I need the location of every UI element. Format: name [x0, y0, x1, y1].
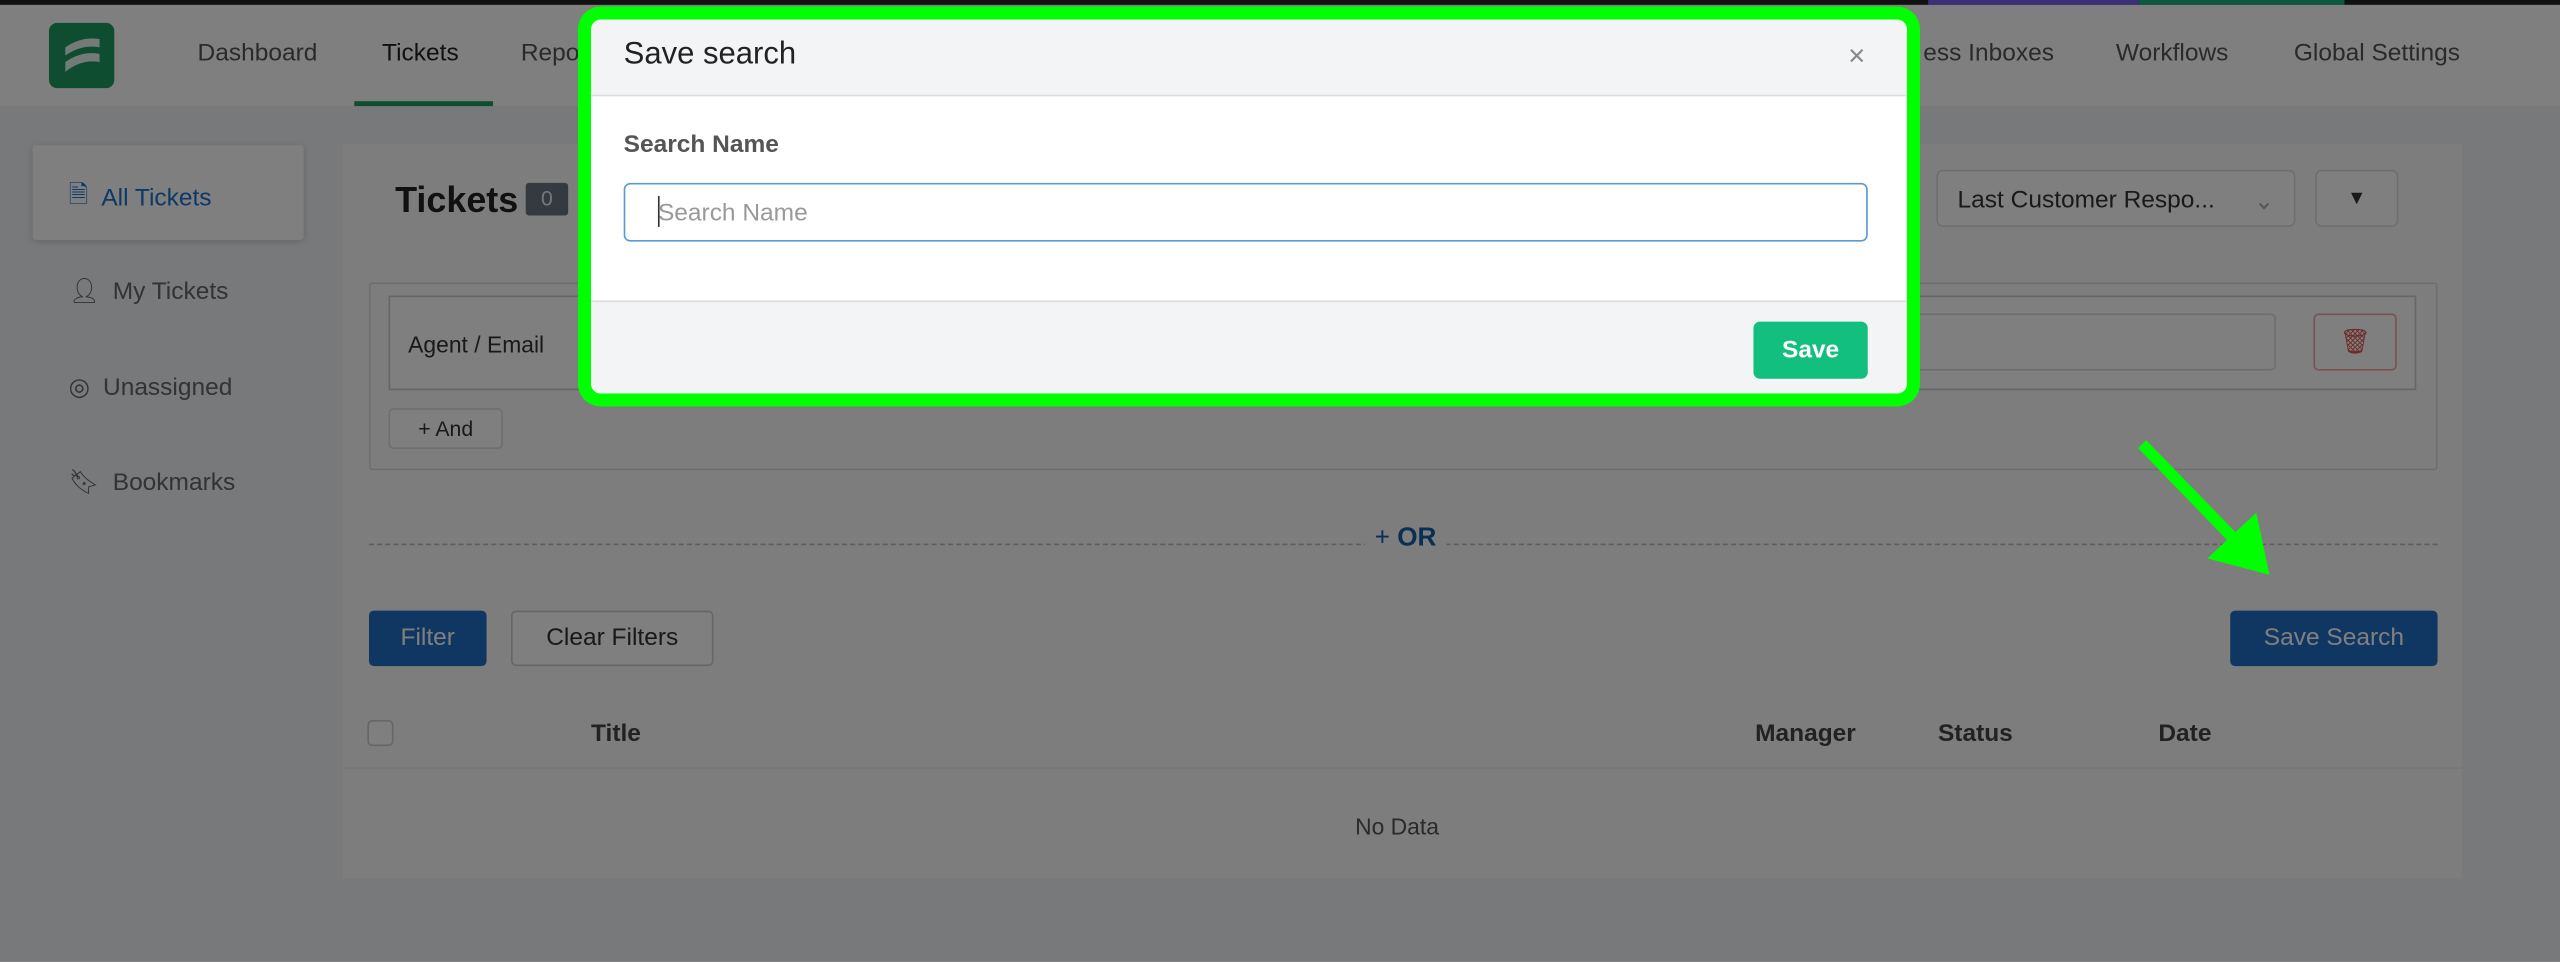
- search-name-label: Search Name: [623, 130, 779, 159]
- text-cursor: [657, 195, 660, 227]
- modal-footer: [591, 300, 1907, 394]
- arrow-annotation: [2137, 440, 2270, 575]
- modal-title: Save search: [623, 37, 797, 72]
- app: Dashboard Tickets Repo ess Inboxes Workf…: [0, 0, 2560, 962]
- save-search-modal: Save search × Search Name Save: [591, 19, 1907, 394]
- save-button[interactable]: Save: [1753, 321, 1868, 379]
- search-name-input[interactable]: [623, 182, 1868, 242]
- close-icon[interactable]: ×: [1848, 39, 1865, 73]
